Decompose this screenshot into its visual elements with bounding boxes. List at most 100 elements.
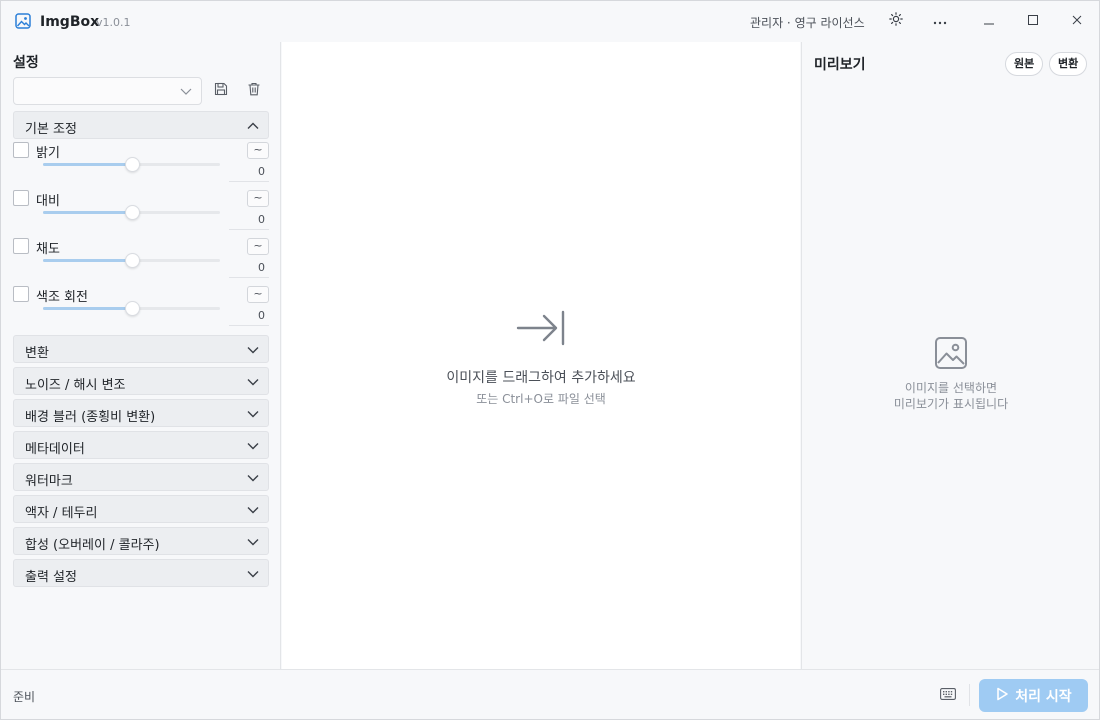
- app-version: v1.0.1: [96, 16, 131, 29]
- save-icon: [214, 82, 228, 100]
- section-noise-hash[interactable]: 노이즈 / 해시 변조: [13, 367, 269, 395]
- brightness-checkbox[interactable]: [13, 142, 29, 158]
- section-label: 기본 조정: [25, 122, 77, 137]
- app-window: ImgBox v1.0.1 관리자 · 영구 라이선스 설정 기본 조정 밝기 …: [0, 0, 1100, 720]
- status-text: 준비: [13, 690, 36, 704]
- status-bar: 준비 처리 시작: [1, 669, 1099, 719]
- section-composite[interactable]: 합성 (오버레이 / 콜라주): [13, 527, 269, 555]
- chevron-down-icon: [246, 343, 260, 361]
- maximize-button[interactable]: [1011, 1, 1055, 42]
- original-view-button[interactable]: 원본: [1005, 52, 1044, 76]
- section-label: 배경 블러 (종횡비 변환): [25, 410, 156, 425]
- image-placeholder-icon: [934, 336, 968, 374]
- section-output[interactable]: 출력 설정: [13, 559, 269, 587]
- adjust-contrast: 대비 ~ 0: [13, 190, 269, 238]
- image-drop-zone[interactable]: 이미지를 드래그하여 추가하세요 또는 Ctrl+O로 파일 선택: [282, 42, 800, 669]
- contrast-value[interactable]: 0: [258, 213, 265, 226]
- more-icon: [933, 14, 947, 29]
- chevron-down-icon: [246, 439, 260, 457]
- trash-icon: [247, 82, 261, 100]
- section-label: 변환: [25, 346, 49, 361]
- start-processing-button[interactable]: 처리 시작: [979, 679, 1088, 712]
- keyboard-icon[interactable]: [940, 688, 956, 704]
- hue-rotate-reset-button[interactable]: ~: [247, 286, 269, 303]
- section-metadata[interactable]: 메타데이터: [13, 431, 269, 459]
- saturation-slider[interactable]: [43, 253, 220, 268]
- section-label: 출력 설정: [25, 570, 77, 585]
- chevron-down-icon: [246, 407, 260, 425]
- chevron-down-icon: [246, 471, 260, 489]
- section-frame-border[interactable]: 액자 / 테두리: [13, 495, 269, 523]
- converted-view-button[interactable]: 변환: [1049, 52, 1088, 76]
- brightness-slider[interactable]: [43, 157, 220, 172]
- close-icon: [1072, 14, 1082, 29]
- section-label: 액자 / 테두리: [25, 506, 98, 521]
- slider-thumb[interactable]: [124, 253, 140, 268]
- hue-rotate-value[interactable]: 0: [258, 309, 265, 322]
- maximize-icon: [1028, 14, 1038, 29]
- value-underline: [229, 325, 269, 326]
- slider-thumb[interactable]: [124, 301, 140, 316]
- chevron-down-icon: [246, 535, 260, 553]
- chevron-down-icon: [179, 84, 193, 102]
- section-basic-adjust[interactable]: 기본 조정: [13, 111, 269, 139]
- settings-title: 설정: [13, 55, 39, 71]
- slider-thumb[interactable]: [124, 157, 140, 172]
- save-preset-button[interactable]: [210, 80, 232, 102]
- drop-zone-subtitle: 또는 Ctrl+O로 파일 선택: [476, 392, 606, 406]
- title-bar: ImgBox v1.0.1 관리자 · 영구 라이선스: [1, 1, 1099, 42]
- adjust-label: 채도: [36, 242, 60, 257]
- minimize-icon: [984, 14, 994, 29]
- chevron-down-icon: [246, 567, 260, 585]
- minimize-button[interactable]: [967, 1, 1011, 42]
- adjust-label: 밝기: [36, 146, 60, 161]
- preview-title: 미리보기: [814, 57, 866, 73]
- chevron-down-icon: [246, 375, 260, 393]
- saturation-value[interactable]: 0: [258, 261, 265, 274]
- contrast-slider[interactable]: [43, 205, 220, 220]
- brightness-value[interactable]: 0: [258, 165, 265, 178]
- saturation-reset-button[interactable]: ~: [247, 238, 269, 255]
- section-transform[interactable]: 변환: [13, 335, 269, 363]
- value-underline: [229, 229, 269, 230]
- slider-thumb[interactable]: [124, 205, 140, 220]
- section-watermark[interactable]: 워터마크: [13, 463, 269, 491]
- chevron-up-icon: [246, 119, 260, 137]
- license-status: 관리자 · 영구 라이선스: [750, 16, 865, 30]
- more-button[interactable]: [927, 9, 953, 33]
- contrast-reset-button[interactable]: ~: [247, 190, 269, 207]
- start-label: 처리 시작: [1015, 688, 1072, 705]
- chevron-down-icon: [246, 503, 260, 521]
- adjust-brightness: 밝기 ~ 0: [13, 142, 269, 190]
- section-background-blur[interactable]: 배경 블러 (종횡비 변환): [13, 399, 269, 427]
- status-separator: [969, 684, 970, 706]
- adjust-hue-rotate: 색조 회전 ~ 0: [13, 286, 269, 334]
- preview-empty-line1: 이미지를 선택하면: [904, 381, 998, 395]
- theme-toggle-button[interactable]: [883, 9, 909, 33]
- section-label: 워터마크: [25, 474, 73, 489]
- close-button[interactable]: [1055, 1, 1099, 42]
- preset-select[interactable]: [13, 77, 202, 105]
- adjust-saturation: 채도 ~ 0: [13, 238, 269, 286]
- brightness-reset-button[interactable]: ~: [247, 142, 269, 159]
- sun-icon: [889, 12, 903, 30]
- import-arrow-icon: [516, 310, 566, 350]
- delete-preset-button[interactable]: [243, 80, 265, 102]
- value-underline: [229, 181, 269, 182]
- hue-rotate-slider[interactable]: [43, 301, 220, 316]
- preview-empty-line2: 미리보기가 표시됩니다: [893, 397, 1009, 411]
- preview-panel: 미리보기 원본 변환 이미지를 선택하면 미리보기가 표시됩니다: [801, 42, 1099, 669]
- section-label: 메타데이터: [25, 442, 85, 457]
- contrast-checkbox[interactable]: [13, 190, 29, 206]
- settings-panel: 설정 기본 조정 밝기 ~ 0 대비 ~ 0 채도 ~ 0 색조 회전 ~ 0 …: [1, 42, 281, 669]
- value-underline: [229, 277, 269, 278]
- drop-zone-title: 이미지를 드래그하여 추가하세요: [446, 370, 636, 386]
- image-icon: [15, 13, 31, 29]
- play-icon: [995, 687, 1009, 705]
- section-label: 합성 (오버레이 / 콜라주): [25, 538, 160, 553]
- saturation-checkbox[interactable]: [13, 238, 29, 254]
- adjust-label: 대비: [36, 194, 60, 209]
- hue-rotate-checkbox[interactable]: [13, 286, 29, 302]
- section-label: 노이즈 / 해시 변조: [25, 378, 126, 393]
- app-name: ImgBox: [40, 14, 100, 30]
